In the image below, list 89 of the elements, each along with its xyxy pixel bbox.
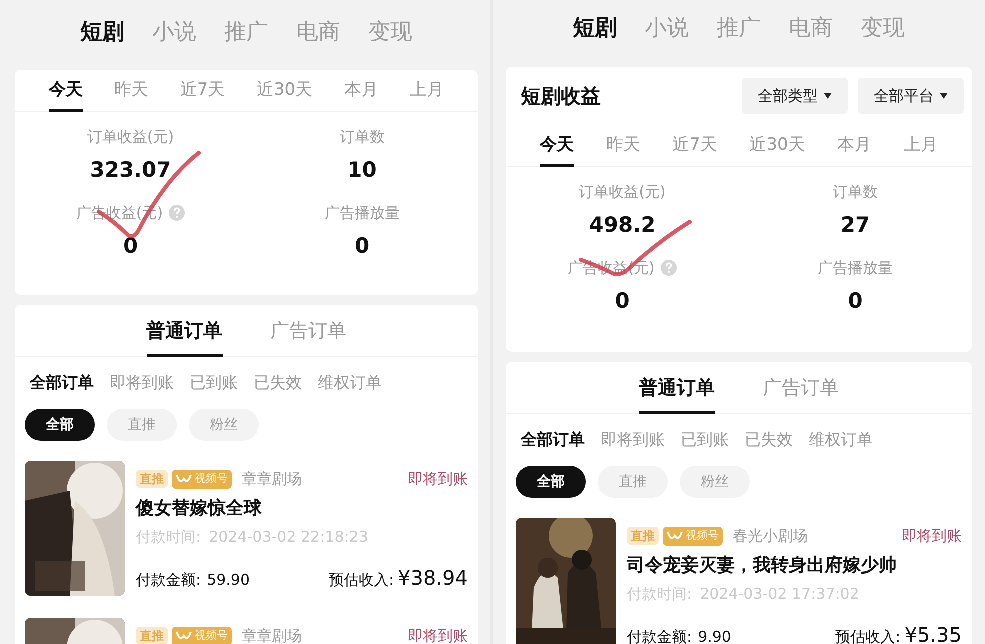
status-tab[interactable]: 全部订单 (30, 371, 94, 395)
stat-label: 广告播放量 (324, 203, 400, 224)
nav-tab[interactable]: 短剧 (573, 12, 617, 44)
order-status: 即将到账 (408, 626, 468, 644)
nav-tab[interactable]: 推广 (224, 16, 268, 48)
stat-value: 0 (123, 232, 138, 260)
period-tab[interactable]: 昨天 (114, 78, 149, 112)
help-icon (660, 260, 677, 276)
filter-chip[interactable]: 全部 (516, 466, 586, 498)
status-tab[interactable]: 全部订单 (521, 428, 585, 452)
theater-name: 章章剧场 (242, 468, 303, 490)
period-tab[interactable]: 本月 (344, 78, 378, 112)
period-tab[interactable]: 昨天 (606, 133, 640, 167)
filter-chip[interactable]: 直推 (598, 466, 668, 498)
amount-label: 付款金额: (136, 570, 202, 590)
card-title: 短剧收益 (521, 83, 602, 110)
stat-value: 323.07 (90, 156, 172, 184)
order-type-tab[interactable]: 普通订单 (639, 374, 715, 414)
theater-name: 章章剧场 (242, 626, 303, 644)
channel-badge: 视频号 (663, 526, 723, 546)
pay-amount: 59.90 (207, 570, 252, 590)
stat-value: 0 (848, 288, 863, 314)
stat-label: 广告播放量 (818, 258, 893, 279)
stat-label: 订单收益(元) (87, 127, 174, 148)
stat-label: 订单数 (340, 127, 385, 148)
drama-title: 傻女替嫁惊全球 (136, 497, 263, 521)
stat-value: 498.2 (589, 212, 656, 238)
nav-tab[interactable]: 变现 (861, 12, 905, 44)
order-status: 即将到账 (408, 468, 468, 490)
period-tab[interactable]: 今天 (540, 133, 574, 167)
order-item[interactable]: 直推 视频号 章章剧场 即将到账 (25, 618, 468, 644)
theater-name: 春光小剧场 (733, 526, 809, 547)
period-tab[interactable]: 近7天 (672, 133, 718, 167)
caret-icon (824, 93, 832, 99)
income-label: 预估收入: (836, 626, 901, 644)
stat-value: 0 (354, 232, 370, 260)
stat-label: 订单数 (833, 182, 878, 203)
order-status: 即将到账 (902, 526, 962, 547)
filter-chip[interactable]: 粉丝 (189, 409, 259, 441)
status-tab[interactable]: 已失效 (254, 371, 302, 395)
butterfly-icon (667, 530, 683, 542)
order-type-tab[interactable]: 广告订单 (270, 317, 346, 357)
stat-label: 订单收益(元) (579, 182, 666, 203)
filter-dropdown[interactable]: 全部类型 (742, 78, 848, 114)
channel-badge: 视频号 (172, 626, 232, 644)
nav-tab[interactable]: 短剧 (80, 16, 124, 48)
status-tab[interactable]: 维权订单 (809, 428, 873, 452)
stat-value: 27 (840, 212, 870, 238)
source-tag: 直推 (627, 527, 659, 545)
nav-tab[interactable]: 电商 (296, 16, 340, 48)
period-tab[interactable]: 近30天 (256, 78, 313, 112)
period-tab[interactable]: 本月 (838, 133, 872, 167)
nav-tab[interactable]: 小说 (645, 12, 689, 44)
butterfly-icon (176, 473, 192, 485)
period-tab[interactable]: 今天 (48, 78, 83, 112)
nav-tab[interactable]: 小说 (152, 16, 196, 48)
amount-label: 付款金额: (627, 626, 692, 644)
income-amount: ¥38.94 (398, 564, 468, 592)
status-tab[interactable]: 即将到账 (601, 428, 665, 452)
status-tab[interactable]: 已失效 (745, 428, 793, 452)
caret-icon (940, 93, 948, 99)
help-icon (169, 205, 186, 222)
drama-title: 司令宠妾灭妻，我转身出府嫁少帅 (627, 554, 898, 578)
order-type-tab[interactable]: 普通订单 (146, 317, 222, 357)
source-tag: 直推 (136, 627, 168, 644)
pay-amount: 9.90 (698, 626, 732, 644)
channel-badge: 视频号 (172, 470, 232, 488)
filter-dropdown[interactable]: 全部平台 (858, 78, 964, 114)
stat-value: 0 (615, 288, 630, 314)
period-tab[interactable]: 上月 (410, 78, 444, 112)
nav-tab[interactable]: 变现 (368, 16, 412, 48)
income-amount: ¥5.35 (904, 622, 962, 644)
butterfly-icon (176, 630, 192, 642)
filter-chip[interactable]: 全部 (25, 409, 95, 441)
filter-chip[interactable]: 直推 (107, 409, 177, 441)
status-tab[interactable]: 已到账 (190, 371, 238, 395)
status-tab[interactable]: 已到账 (681, 428, 729, 452)
order-type-tab[interactable]: 广告订单 (763, 374, 839, 414)
period-tab[interactable]: 近30天 (750, 133, 806, 167)
period-tab[interactable]: 近7天 (180, 78, 226, 112)
nav-tab[interactable]: 推广 (717, 12, 761, 44)
stat-value: 10 (348, 156, 377, 184)
source-tag: 直推 (136, 470, 168, 488)
status-tab[interactable]: 即将到账 (110, 371, 174, 395)
status-tab[interactable]: 维权订单 (318, 371, 382, 395)
income-label: 预估收入: (328, 570, 394, 590)
filter-chip[interactable]: 粉丝 (680, 466, 750, 498)
period-tab[interactable]: 上月 (904, 133, 938, 167)
nav-tab[interactable]: 电商 (789, 12, 833, 44)
